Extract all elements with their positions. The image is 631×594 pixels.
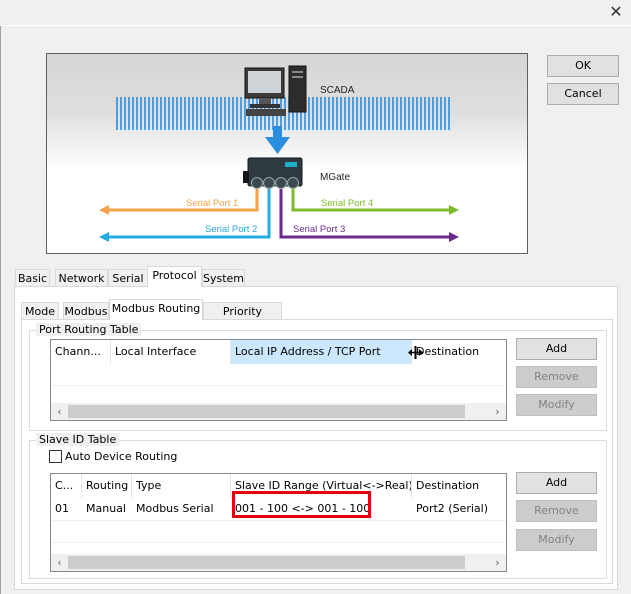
column-header-type[interactable]: Type (132, 474, 231, 498)
scroll-thumb[interactable] (68, 405, 465, 418)
slave-id-title: Slave ID Table (36, 433, 120, 446)
tab-serial[interactable]: Serial (108, 269, 148, 287)
tab-system[interactable]: System (202, 269, 245, 287)
scroll-left-icon[interactable]: ‹ (51, 554, 68, 571)
serial-port-4-arrow-icon (449, 205, 459, 215)
diagram-svg: SCADA MGate Serial Port 1 Serial Port 2 … (99, 65, 459, 242)
serial-port-4-label: Serial Port 4 (321, 198, 373, 209)
tab-modbus[interactable]: Modbus (63, 302, 109, 320)
column-header-destination[interactable]: Destination (412, 474, 508, 498)
tab-protocol[interactable]: Protocol (147, 266, 202, 287)
window-edge (0, 26, 1, 594)
mgate-label: MGate (320, 172, 350, 183)
scroll-right-icon[interactable]: › (489, 403, 506, 420)
slave-id-remove-button[interactable]: Remove (516, 500, 597, 522)
port-routing-table[interactable]: Chann... Local Interface Local IP Addres… (50, 339, 507, 421)
cell-routing: Manual (86, 502, 126, 515)
tab-priority-control[interactable]: Priority Control (203, 302, 282, 335)
close-icon[interactable]: ✕ (607, 4, 625, 22)
cancel-button[interactable]: Cancel (547, 83, 619, 105)
port-routing-add-button[interactable]: Add (516, 338, 597, 360)
port-routing-modify-button[interactable]: Modify (516, 394, 597, 416)
slave-id-add-button[interactable]: Add (516, 472, 597, 494)
serial-port-3-arrow-icon (449, 232, 459, 242)
tab-modbus-routing[interactable]: Modbus Routing (109, 299, 203, 320)
column-resize-cursor-icon (408, 346, 423, 359)
scroll-thumb[interactable] (68, 556, 465, 569)
column-header-local-ip[interactable]: Local IP Address / TCP Port (231, 340, 412, 364)
serial-port-1-label: Serial Port 1 (186, 198, 238, 209)
highlight-box (232, 491, 371, 518)
ok-button[interactable]: OK (547, 55, 619, 77)
port-routing-remove-button[interactable]: Remove (516, 366, 597, 388)
slave-id-modify-button[interactable]: Modify (516, 529, 597, 551)
scroll-right-icon[interactable]: › (489, 554, 506, 571)
horizontal-scrollbar[interactable]: ‹ › (51, 403, 506, 420)
slave-id-table[interactable]: C... Routing Type Slave ID Range (Virtua… (50, 473, 507, 572)
column-header-channel[interactable]: Chann... (51, 340, 111, 364)
serial-port-1-arrow-icon (99, 205, 109, 215)
network-diagram: SCADA MGate Serial Port 1 Serial Port 2 … (46, 53, 528, 254)
table-row[interactable] (51, 534, 506, 556)
cell-type: Modbus Serial (136, 502, 214, 515)
mgate-device-icon (243, 157, 303, 189)
tab-basic[interactable]: Basic (15, 269, 50, 287)
port-routing-title: Port Routing Table (36, 323, 142, 336)
cell-destination: Port2 (Serial) (416, 502, 489, 515)
scada-label: SCADA (320, 85, 355, 96)
column-header-routing[interactable]: Routing (82, 474, 132, 498)
title-divider (0, 25, 631, 26)
down-arrow-icon (265, 126, 290, 154)
column-header-channel[interactable]: C... (51, 474, 82, 498)
auto-device-routing-label[interactable]: Auto Device Routing (65, 450, 177, 463)
auto-device-routing-checkbox[interactable] (49, 450, 62, 463)
column-header-destination[interactable]: Destination (412, 340, 508, 364)
column-header-local-interface[interactable]: Local Interface (111, 340, 231, 364)
serial-port-3-label: Serial Port 3 (293, 224, 345, 235)
cell-channel: 01 (55, 502, 69, 515)
table-row[interactable] (51, 382, 506, 404)
tab-network[interactable]: Network (55, 269, 108, 287)
tab-mode[interactable]: Mode (21, 302, 59, 320)
serial-port-2-label: Serial Port 2 (205, 224, 257, 235)
horizontal-scrollbar[interactable]: ‹ › (51, 554, 506, 571)
serial-port-2-arrow-icon (99, 232, 109, 242)
scroll-left-icon[interactable]: ‹ (51, 403, 68, 420)
